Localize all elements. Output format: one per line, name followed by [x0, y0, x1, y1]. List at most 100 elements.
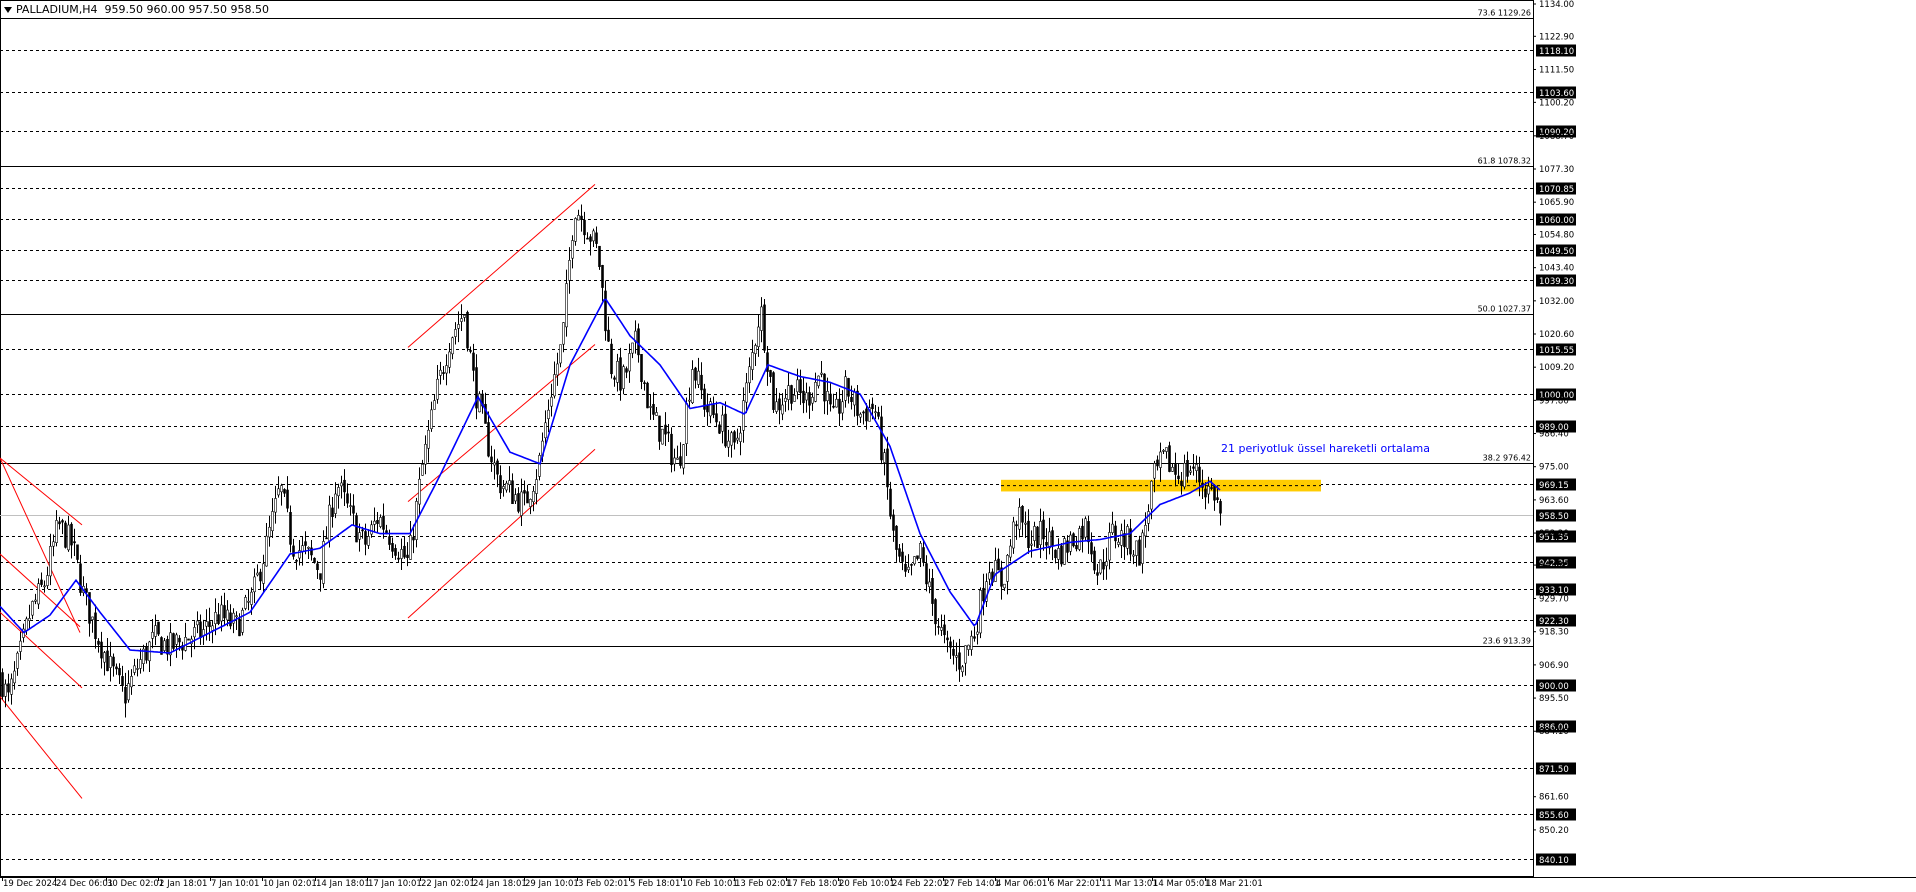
- candle-body: [25, 618, 28, 631]
- candle-body: [994, 560, 997, 582]
- candle-body: [847, 378, 850, 397]
- candle-body: [61, 520, 64, 523]
- candle-body: [1033, 526, 1036, 541]
- candle-body: [1003, 583, 1006, 589]
- price-tick-label: 963.60: [1539, 496, 1569, 506]
- candle-body: [895, 525, 898, 550]
- candle-body: [37, 583, 40, 605]
- candle-body: [889, 488, 892, 517]
- candle-body: [382, 515, 385, 530]
- dropdown-triangle-icon[interactable]: [4, 7, 12, 13]
- candle-body: [901, 551, 904, 562]
- candle-body: [784, 397, 787, 402]
- candle-body: [712, 404, 715, 415]
- candle-body: [100, 641, 103, 659]
- candle-body: [511, 480, 514, 505]
- candle-body: [730, 432, 733, 446]
- candle-body: [349, 505, 352, 507]
- candle-body: [739, 432, 742, 442]
- candle-body: [1111, 523, 1114, 533]
- candle-body: [1186, 460, 1189, 477]
- price-tick-label: 1020.60: [1539, 330, 1574, 340]
- candle-body: [7, 683, 10, 693]
- candle-body: [1135, 540, 1138, 556]
- candle-body: [433, 400, 436, 410]
- time-tick-label: 30 Dec 02:01: [107, 879, 164, 888]
- candle-body: [340, 482, 343, 487]
- candle-body: [334, 493, 337, 514]
- candle-body: [193, 627, 196, 638]
- candle-body: [361, 529, 364, 532]
- candle-body: [1156, 459, 1159, 467]
- candle-body: [10, 678, 13, 695]
- candle-body: [559, 344, 562, 364]
- candle-body: [214, 612, 217, 625]
- candle-body: [685, 403, 688, 444]
- candle-body: [220, 604, 223, 622]
- candle-body: [187, 638, 190, 641]
- candle-body: [307, 546, 310, 549]
- time-tick-label: 14 Jan 18:01: [316, 879, 370, 888]
- candle-body: [412, 536, 415, 541]
- candle-body: [1027, 520, 1030, 548]
- candle-body: [226, 609, 229, 621]
- price-tick-label: 986.40: [1539, 430, 1569, 440]
- candle-body: [1099, 559, 1102, 574]
- candle-body: [610, 343, 613, 375]
- candle-body: [871, 403, 874, 410]
- candle-body: [544, 422, 547, 439]
- candle-body: [877, 412, 880, 417]
- candle-body: [364, 531, 367, 545]
- time-axis: 19 Dec 202424 Dec 06:0130 Dec 02:012 Jan…: [2, 877, 1263, 889]
- candle-body: [667, 431, 670, 434]
- candle-body: [613, 377, 616, 380]
- level-price-label: 1015.55: [1539, 346, 1574, 356]
- candle-body: [955, 655, 958, 658]
- candle-body: [859, 413, 862, 418]
- candle-body: [1168, 445, 1171, 472]
- annotations: 21 periyotluk üssel hareketli ortalama: [1221, 442, 1430, 455]
- candle-body: [58, 521, 61, 525]
- candle-body: [1183, 463, 1186, 488]
- candle-body: [127, 683, 130, 701]
- candle-body: [904, 563, 907, 572]
- candle-body: [835, 398, 838, 408]
- price-tick-label: 1043.40: [1539, 264, 1574, 274]
- candle-body: [478, 393, 481, 413]
- candle-body: [646, 382, 649, 409]
- price-tick-label: 850.20: [1539, 826, 1569, 836]
- candle-body: [580, 215, 583, 220]
- time-tick-label: 7 Jan 10:01: [211, 879, 259, 888]
- candle-body: [1162, 450, 1165, 452]
- candle-body: [40, 579, 43, 585]
- candle-body: [805, 392, 808, 401]
- candle-body: [1045, 542, 1048, 546]
- price-chart[interactable]: 73.6 1129.26 61.8 1078.32 50.0 1027.37 38.2…: [0, 0, 1916, 889]
- candle-body: [325, 537, 328, 540]
- candle-body: [733, 431, 736, 443]
- candle-body: [700, 374, 703, 391]
- price-tick-label: 918.30: [1539, 628, 1569, 638]
- candle-body: [946, 637, 949, 641]
- candle-body: [535, 479, 538, 494]
- candle-body: [502, 486, 505, 489]
- time-tick-label: 24 Jan 18:01: [473, 879, 527, 888]
- candle-body: [931, 577, 934, 604]
- candle-body: [913, 556, 916, 565]
- candle-body: [136, 668, 139, 670]
- time-tick-label: 17 Feb 18:01: [787, 879, 843, 888]
- candle-body: [1015, 524, 1018, 527]
- candle-body: [1117, 541, 1120, 545]
- candle-body: [1096, 572, 1099, 576]
- candle-body: [853, 391, 856, 406]
- candle-body: [907, 566, 910, 571]
- candle-body: [367, 536, 370, 546]
- candle-body: [880, 416, 883, 461]
- candle-body: [70, 523, 73, 546]
- candle-body: [460, 318, 463, 322]
- price-tick-label: 1077.30: [1539, 165, 1574, 175]
- candle-body: [547, 409, 550, 419]
- candle-body: [514, 494, 517, 502]
- candle-body: [31, 601, 34, 616]
- candle-body: [595, 232, 598, 244]
